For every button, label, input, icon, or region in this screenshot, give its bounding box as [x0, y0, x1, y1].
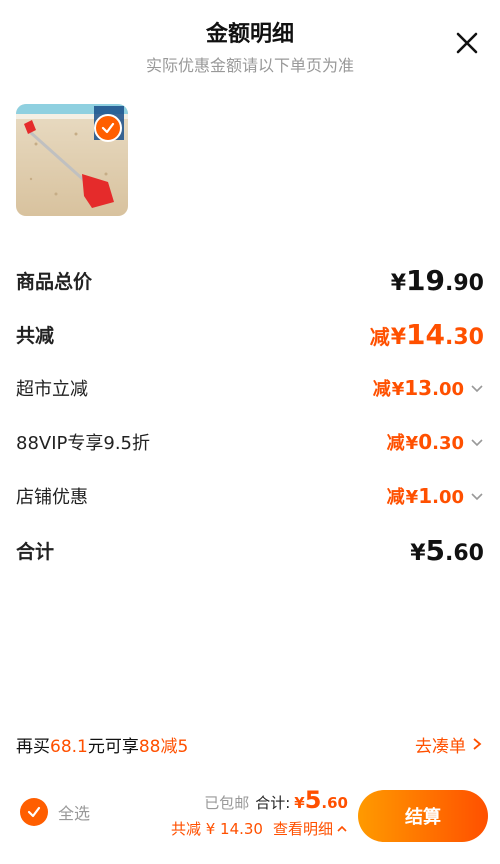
- shop-discount-amount: 减 ¥ 1 .00: [387, 483, 464, 509]
- promo-deal: 88减5: [138, 736, 189, 757]
- row-sum: 合计 ¥ 5 .60: [16, 530, 484, 570]
- promo-text-part: 再买: [16, 736, 50, 757]
- sum-amount: ¥ 5 .60: [410, 534, 484, 567]
- total-discount-label: 共减: [16, 324, 55, 347]
- supermarket-discount-label: 超市立减: [16, 379, 88, 400]
- amount-decimal: .30: [445, 324, 484, 350]
- amount-integer: 14: [406, 317, 446, 351]
- checkout-bar: 全选 已包邮 合计: ¥ 5 .60 共减 ¥ 14.30 查看明细 结算: [0, 776, 500, 864]
- amount-integer: 1: [418, 484, 433, 508]
- discount-prefix: 减: [386, 487, 405, 508]
- summary-total-line: 已包邮 合计: ¥ 5 .60: [171, 786, 348, 814]
- total-price-amount: ¥ 19 .90: [391, 264, 484, 297]
- sum-label: 合计: [16, 540, 55, 563]
- amount-decimal: .60: [445, 540, 484, 566]
- view-details-link[interactable]: 查看明细: [273, 818, 348, 839]
- discount-summary-text: 共减 ¥ 14.30: [170, 820, 263, 838]
- row-vip-discount[interactable]: 88VIP专享9.5折 减 ¥ 0 .30: [16, 422, 484, 462]
- shop-discount-label: 店铺优惠: [16, 487, 88, 508]
- select-all-checkbox[interactable]: 全选: [20, 798, 90, 826]
- amount-integer: 13: [404, 376, 433, 400]
- amount-decimal: .00: [432, 487, 464, 508]
- sheet-header: 金额明细 实际优惠金额请以下单页为准: [0, 0, 500, 90]
- item-selected-checkbox[interactable]: [94, 114, 122, 142]
- total-discount-amount: 减 ¥ 14 .30: [370, 318, 484, 351]
- discount-prefix: 减: [372, 379, 391, 400]
- row-total-discount: 共减 减 ¥ 14 .30: [16, 314, 484, 354]
- row-shop-discount[interactable]: 店铺优惠 减 ¥ 1 .00: [16, 476, 484, 516]
- chevron-down-icon[interactable]: [470, 435, 484, 449]
- total-price-label: 商品总价: [16, 270, 93, 293]
- view-details-label: 查看明细: [272, 820, 333, 838]
- currency-symbol: ¥: [390, 324, 407, 350]
- checkout-button[interactable]: 结算: [358, 790, 488, 842]
- currency-symbol: ¥: [405, 433, 419, 454]
- currency-symbol: ¥: [391, 379, 405, 400]
- discount-prefix: 减: [369, 324, 390, 349]
- chevron-down-icon[interactable]: [470, 489, 484, 503]
- vip-discount-label: 88VIP专享9.5折: [16, 433, 151, 454]
- free-shipping-text: 已包邮: [204, 794, 250, 812]
- amount-integer: 19: [406, 263, 446, 297]
- total-label: 合计:: [255, 794, 291, 812]
- shop-discount-value: 减 ¥ 1 .00: [387, 483, 484, 509]
- supermarket-discount-value: 减 ¥ 13 .00: [373, 375, 484, 401]
- currency-symbol: ¥: [410, 540, 426, 566]
- discount-prefix: 减: [386, 433, 405, 454]
- select-all-circle: [20, 798, 48, 826]
- amount-integer: 0: [418, 430, 433, 454]
- amount-decimal: .90: [445, 270, 484, 296]
- checkmark-icon: [101, 122, 115, 134]
- checkmark-icon: [27, 806, 41, 818]
- total-integer: 5: [304, 786, 322, 814]
- add-items-label: 去凑单: [415, 736, 466, 757]
- promo-bar: 再买68.1元可享88减5 去凑单: [16, 728, 484, 760]
- close-icon[interactable]: [452, 28, 482, 58]
- add-items-link[interactable]: 去凑单: [415, 732, 484, 757]
- promo-text: 再买68.1元可享88减5: [16, 732, 188, 757]
- summary-discount-line: 共减 ¥ 14.30 查看明细: [171, 818, 348, 839]
- supermarket-discount-amount: 减 ¥ 13 .00: [373, 375, 464, 401]
- amount-decimal: .00: [432, 379, 464, 400]
- chevron-right-icon: [473, 738, 482, 750]
- amount-integer: 5: [425, 533, 446, 567]
- sheet-title: 金额明细: [205, 22, 294, 47]
- vip-discount-value: 减 ¥ 0 .30: [387, 429, 484, 455]
- chevron-down-icon[interactable]: [470, 381, 484, 395]
- total-decimal: .60: [321, 794, 348, 812]
- select-all-label: 全选: [58, 804, 91, 823]
- currency-symbol: ¥: [294, 794, 305, 812]
- currency-symbol: ¥: [390, 270, 407, 296]
- row-supermarket-discount[interactable]: 超市立减 减 ¥ 13 .00: [16, 368, 484, 408]
- chevron-up-icon: [337, 825, 347, 832]
- row-total-price: 商品总价 ¥ 19 .90: [16, 260, 484, 300]
- order-summary: 已包邮 合计: ¥ 5 .60 共减 ¥ 14.30 查看明细: [171, 786, 348, 839]
- sheet-subtitle: 实际优惠金额请以下单页为准: [145, 56, 354, 75]
- promo-text-part: 元可享: [87, 736, 139, 757]
- amount-decimal: .30: [432, 433, 464, 454]
- promo-amount: 68.1: [50, 736, 88, 757]
- currency-symbol: ¥: [405, 487, 419, 508]
- vip-discount-amount: 减 ¥ 0 .30: [387, 429, 464, 455]
